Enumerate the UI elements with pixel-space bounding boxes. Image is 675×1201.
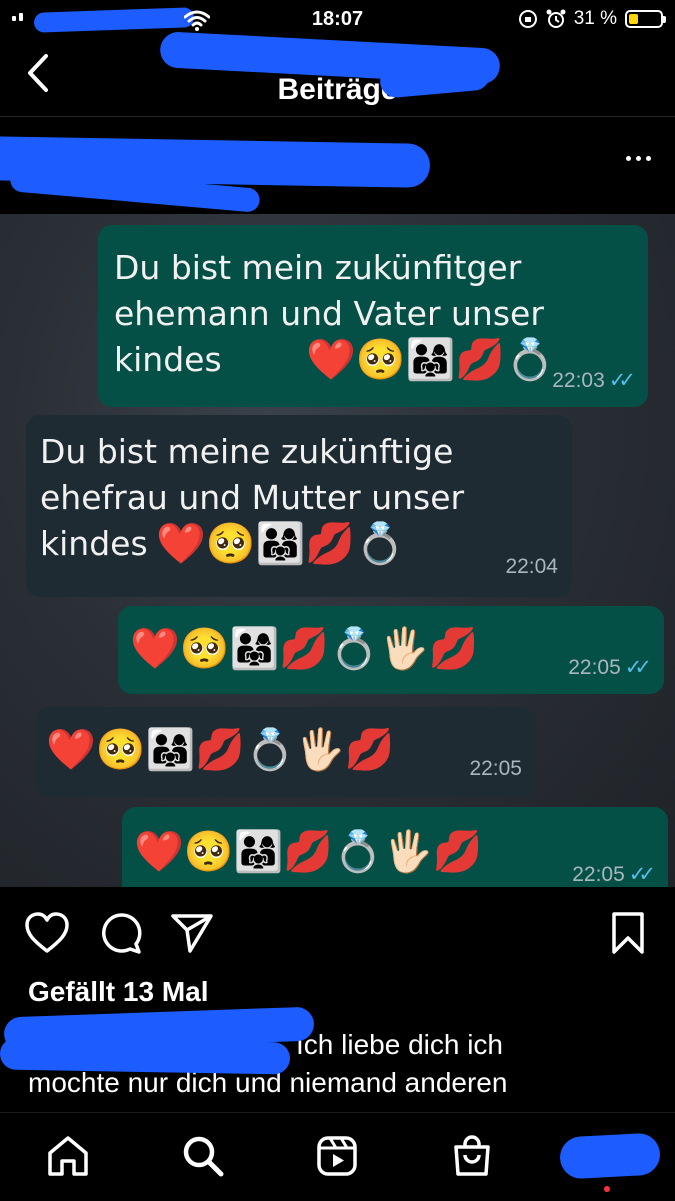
message-meta: 22:05 ✓✓ [572,862,656,887]
profile-avatar[interactable] [558,1132,662,1180]
message-meta: 22:03 ✓✓ [552,368,636,393]
redaction-mark [0,1037,291,1075]
message-time: 22:05 [572,862,625,886]
read-ticks-icon: ✓✓ [628,863,656,886]
search-icon[interactable] [182,1135,224,1177]
battery-icon [625,10,666,28]
message-bubble: Du bist mein zukünfitger ehemann und Vat… [98,225,648,407]
battery-fill [629,14,638,24]
post-actions [0,887,675,977]
rotation-lock-icon [518,10,537,28]
more-options-icon[interactable] [626,156,651,161]
status-bar: 18:07 31 % [0,0,675,40]
bookmark-icon[interactable] [610,911,646,955]
message-bubble: Du bist meine zukünftige ehefrau und Mut… [26,415,572,597]
status-right: 31 % [518,8,666,30]
message-emojis: ❤️🥺👨‍👩‍👧💋💍 [156,521,406,567]
message-emojis: ❤️🥺👨‍👩‍👧💋💍 [306,337,556,383]
battery-percentage: 31 % [573,8,617,29]
message-emojis: ❤️🥺👨‍👩‍👧💋💍🖐🏻💋 [46,727,395,773]
message-bubble: ❤️🥺👨‍👩‍👧💋💍🖐🏻💋 22:05 [36,707,536,797]
message-emojis: ❤️🥺👨‍👩‍👧💋💍🖐🏻💋 [130,626,479,672]
read-ticks-icon: ✓✓ [608,369,636,392]
heart-icon[interactable] [24,911,70,955]
message-time: 22:05 [469,757,522,780]
home-icon[interactable] [46,1135,90,1177]
message-meta: 22:05 [469,757,522,781]
comment-icon[interactable] [98,911,142,955]
post-image[interactable]: Du bist mein zukünfitger ehemann und Vat… [0,214,675,887]
message-time: 22:05 [568,655,621,679]
send-icon[interactable] [170,911,214,955]
read-ticks-icon: ✓✓ [624,656,652,679]
likes-count[interactable]: Gefällt 13 Mal [28,976,209,1008]
message-emojis: ❤️🥺👨‍👩‍👧💋💍🖐🏻💋 [134,829,483,875]
notification-dot [604,1186,610,1192]
reels-icon[interactable] [316,1135,358,1177]
message-bubble: ❤️🥺👨‍👩‍👧💋💍🖐🏻💋 22:05 ✓✓ [118,606,664,694]
message-bubble: ❤️🥺👨‍👩‍👧💋💍🖐🏻💋 22:05 ✓✓ [122,807,668,887]
message-meta: 22:05 ✓✓ [568,655,652,680]
message-meta: 22:04 [505,555,558,579]
message-time: 22:03 [552,368,605,392]
shopping-bag-icon[interactable] [452,1135,492,1177]
bottom-tab-bar [0,1112,675,1201]
message-time: 22:04 [505,555,558,578]
alarm-icon [546,9,566,28]
page-title: Beiträge [277,73,398,106]
